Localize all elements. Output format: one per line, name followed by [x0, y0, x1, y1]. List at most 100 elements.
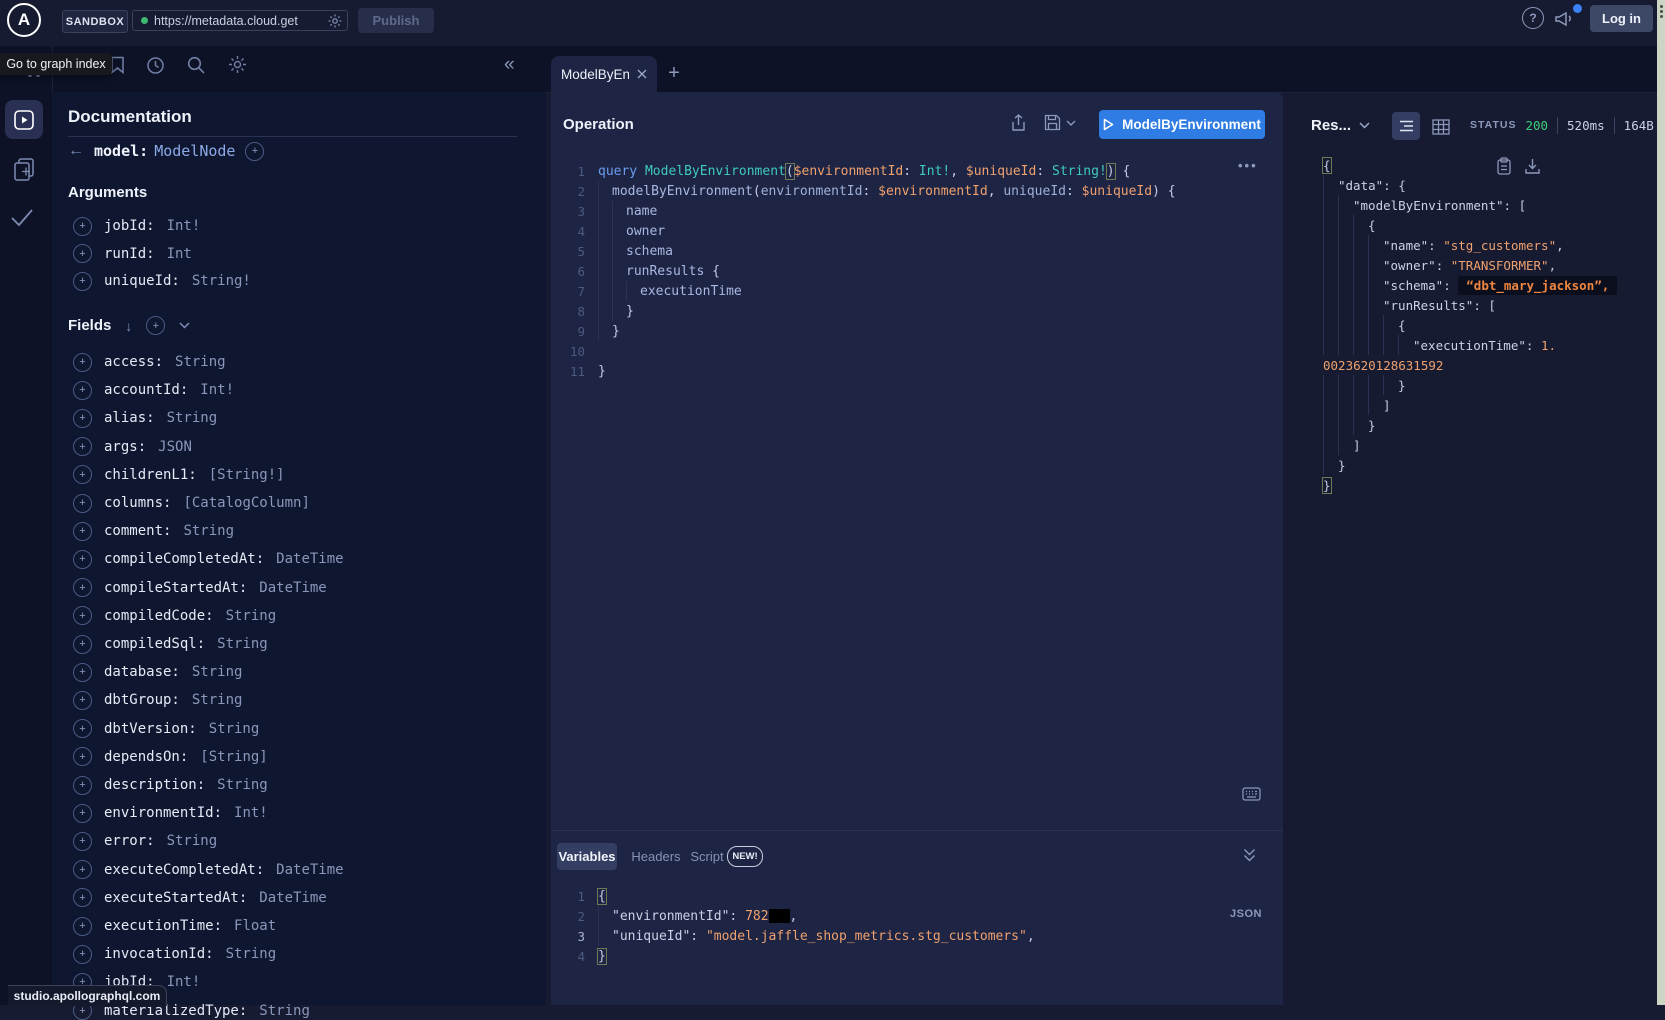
collapse-variables-chevrons-icon[interactable] [1243, 848, 1256, 862]
doc-field-row[interactable]: +compileStartedAt:DateTime [73, 579, 327, 597]
add-field-plus-icon[interactable]: + [73, 578, 92, 597]
endpoint-url-input[interactable]: https://metadata.cloud.get [132, 10, 348, 31]
add-field-plus-icon[interactable]: + [73, 747, 92, 766]
doc-field-type[interactable]: String [217, 777, 268, 793]
doc-field-row[interactable]: +columns:[CatalogColumn] [73, 494, 310, 512]
add-field-plus-icon[interactable]: + [73, 409, 92, 428]
doc-field-type[interactable]: String [226, 946, 277, 962]
add-field-plus-icon[interactable]: + [73, 860, 92, 879]
doc-field-row[interactable]: +dependsOn:[String] [73, 748, 268, 766]
add-field-plus-icon[interactable]: + [73, 465, 92, 484]
add-field-plus-icon[interactable]: + [73, 494, 92, 513]
add-field-plus-icon[interactable]: + [73, 244, 92, 263]
sort-arrow-icon[interactable]: ↓ [125, 318, 132, 334]
doc-field-type[interactable]: String [217, 636, 268, 652]
doc-field-type[interactable]: JSON [158, 439, 192, 455]
login-button[interactable]: Log in [1590, 5, 1653, 32]
back-arrow-icon[interactable]: ← [68, 142, 84, 160]
add-field-plus-icon[interactable]: + [73, 550, 92, 569]
add-all-fields-plus-icon[interactable]: + [146, 316, 165, 335]
copy-response-icon[interactable] [1496, 157, 1512, 176]
doc-field-row[interactable]: +access:String [73, 353, 226, 371]
doc-field-type[interactable]: DateTime [276, 862, 343, 878]
add-field-plus-icon[interactable]: + [73, 606, 92, 625]
doc-field-type[interactable]: Int! [167, 218, 201, 234]
search-icon[interactable] [186, 55, 206, 75]
doc-field-type[interactable]: String [183, 523, 234, 539]
doc-field-type[interactable]: Int! [167, 974, 201, 990]
doc-field-type[interactable]: String [192, 664, 243, 680]
operation-overflow-menu-icon[interactable]: ••• [1238, 158, 1258, 173]
response-dropdown-chevron-icon[interactable] [1359, 122, 1370, 129]
add-field-plus-icon[interactable]: + [73, 522, 92, 541]
add-field-plus-icon[interactable]: + [73, 804, 92, 823]
doc-field-row[interactable]: +environmentId:Int! [73, 804, 268, 822]
add-field-plus-icon[interactable]: + [245, 142, 264, 161]
doc-field-row[interactable]: +comment:String [73, 522, 234, 540]
add-field-plus-icon[interactable]: + [73, 381, 92, 400]
doc-field-row[interactable]: +executionTime:Float [73, 917, 276, 935]
add-field-plus-icon[interactable]: + [73, 776, 92, 795]
keyboard-shortcuts-icon[interactable] [1242, 787, 1261, 801]
new-tab-button[interactable]: + [663, 62, 685, 84]
doc-field-row[interactable]: +alias:String [73, 409, 217, 427]
doc-field-row[interactable]: +database:String [73, 663, 242, 681]
doc-field-type[interactable]: Int [167, 246, 192, 262]
close-tab-icon[interactable] [637, 69, 647, 79]
doc-field-type[interactable]: Float [234, 918, 276, 934]
add-field-plus-icon[interactable]: + [73, 832, 92, 851]
add-field-plus-icon[interactable]: + [73, 888, 92, 907]
doc-field-row[interactable]: +dbtGroup:String [73, 691, 242, 709]
doc-field-type[interactable]: DateTime [276, 551, 343, 567]
tab-script[interactable]: Script [687, 843, 727, 870]
add-field-plus-icon[interactable]: + [73, 663, 92, 682]
doc-field-row[interactable]: +compileCompletedAt:DateTime [73, 550, 344, 568]
response-view-table-button[interactable] [1428, 114, 1454, 140]
doc-field-type[interactable]: String [209, 721, 260, 737]
chevron-down-icon[interactable] [179, 322, 190, 329]
tab-variables[interactable]: Variables [557, 843, 617, 870]
doc-field-row[interactable]: +error:String [73, 832, 217, 850]
doc-field-row[interactable]: +args:JSON [73, 438, 192, 456]
endpoint-settings-gear-icon[interactable] [327, 13, 343, 29]
doc-field-type[interactable]: String! [192, 273, 251, 289]
doc-field-row[interactable]: +compiledCode:String [73, 607, 276, 625]
apollo-logo[interactable]: A [7, 3, 41, 37]
tab-headers[interactable]: Headers [628, 843, 684, 870]
doc-field-row[interactable]: +description:String [73, 776, 268, 794]
doc-field-type[interactable]: [CatalogColumn] [183, 495, 309, 511]
save-dropdown-chevron-icon[interactable] [1066, 120, 1076, 127]
doc-field-row[interactable]: +childrenL1:[String!] [73, 466, 285, 484]
doc-field-row[interactable]: +jobId:Int! [73, 217, 200, 235]
doc-field-type[interactable]: String [192, 692, 243, 708]
add-field-plus-icon[interactable]: + [73, 691, 92, 710]
doc-field-row[interactable]: +dbtVersion:String [73, 720, 259, 738]
add-field-plus-icon[interactable]: + [73, 635, 92, 654]
add-field-plus-icon[interactable]: + [73, 945, 92, 964]
response-view-json-button[interactable] [1392, 112, 1420, 140]
doc-field-row[interactable]: +uniqueId:String! [73, 272, 251, 290]
bookmark-icon[interactable] [110, 56, 125, 74]
add-field-plus-icon[interactable]: + [73, 272, 92, 291]
doc-field-type[interactable]: Int! [234, 805, 268, 821]
browser-scrollbar[interactable] [1657, 0, 1665, 1005]
doc-field-type[interactable]: [String] [200, 749, 267, 765]
doc-field-row[interactable]: +accountId:Int! [73, 381, 234, 399]
run-operation-button[interactable]: ModelByEnvironment [1099, 110, 1265, 139]
doc-field-row[interactable]: +invocationId:String [73, 945, 276, 963]
save-icon[interactable] [1044, 114, 1061, 131]
add-field-plus-icon[interactable]: + [73, 437, 92, 456]
publish-button[interactable]: Publish [358, 8, 434, 33]
doc-field-type[interactable]: String [175, 354, 226, 370]
doc-field-row[interactable]: +runId:Int [73, 245, 192, 263]
sidebar-item-checks-icon[interactable] [9, 206, 35, 228]
doc-field-type[interactable]: String [226, 608, 277, 624]
doc-field-row[interactable]: +executeCompletedAt:DateTime [73, 861, 344, 879]
doc-field-row[interactable]: +executeStartedAt:DateTime [73, 889, 327, 907]
doc-field-type[interactable]: String [167, 410, 218, 426]
share-icon[interactable] [1010, 114, 1027, 132]
download-response-icon[interactable] [1524, 157, 1541, 175]
add-field-plus-icon[interactable]: + [73, 917, 92, 936]
sidebar-item-operation-collection-icon[interactable] [12, 156, 36, 182]
sidebar-item-explorer[interactable] [5, 100, 43, 139]
